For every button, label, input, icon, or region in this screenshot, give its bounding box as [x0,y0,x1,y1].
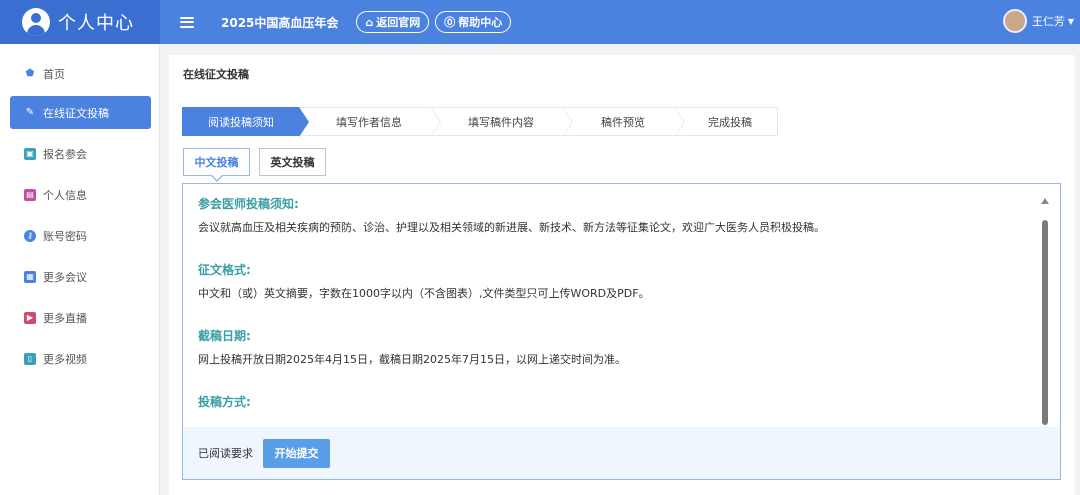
tab-label: 英文投稿 [270,156,315,169]
sidebar-item-label: 更多会议 [43,270,87,284]
sidebar-item-label: 账号密码 [43,229,87,243]
registration-icon: ▣ [24,147,36,160]
section-text: 网上投稿开放日期2025年4月15日，截稿日期2025年7月15日，以网上递交时… [198,353,626,366]
main-content: 在线征文投稿 阅读投稿须知 填写作者信息 填写稿件内容 稿件预览 完成投稿 中文… [169,55,1075,495]
submission-notice-panel: 参会医师投稿须知: 会议就高血压及相关疾病的预防、诊治、护理以及相关领域的新进展… [182,183,1061,480]
user-center-icon [22,8,50,36]
help-center-label: 帮助中心 [458,16,503,29]
step-label: 完成投稿 [708,115,752,129]
section-title: 截稿日期: [198,329,251,343]
section-title: 参会医师投稿须知: [198,197,299,211]
tab-label: 中文投稿 [194,156,239,169]
back-to-site-label: 返回官网 [376,16,421,29]
sidebar-item-label: 更多直播 [43,311,87,325]
clipboard-icon: ▦ [24,270,36,283]
home-icon: ⬟ [25,68,35,79]
section-text: 会议就高血压及相关疾病的预防、诊治、护理以及相关领域的新进展、新技术、新方法等征… [198,221,825,234]
step-label: 填写稿件内容 [468,115,534,129]
help-center-button[interactable]: ⓪ 帮助中心 [435,11,512,33]
sidebar-item-label: 首页 [43,67,65,81]
notice-content: 参会医师投稿须知: 会议就高血压及相关疾病的预防、诊治、护理以及相关领域的新进展… [183,184,1043,427]
step-label: 填写作者信息 [336,115,402,129]
top-bar: 个人中心 2025中国高血压年会 ⌂ 返回官网 ⓪ 帮助中心 王仁芳 ▼ [0,0,1080,44]
menu-toggle-icon[interactable] [180,16,194,28]
conference-title: 2025中国高血压年会 [221,15,339,30]
sidebar-item-more-videos[interactable]: ▯ 更多视频 [10,342,151,375]
edit-icon: ✎ [25,107,35,118]
notice-section: 截稿日期: 网上投稿开放日期2025年4月15日，截稿日期2025年7月15日，… [198,327,1028,368]
user-name: 王仁芳 [1031,15,1065,28]
help-icon: ⓪ [444,16,456,29]
start-submission-button[interactable]: 开始提交 [263,438,330,468]
brand: 个人中心 [0,0,160,44]
sidebar-item-more-meetings[interactable]: ▦ 更多会议 [10,260,151,293]
video-icon: ▶ [24,311,36,324]
sidebar-item-account-password[interactable]: ⚷ 账号密码 [10,219,151,252]
step-label: 阅读投稿须知 [208,115,274,129]
tab-english-submission[interactable]: 英文投稿 [259,148,326,176]
step-progress: 阅读投稿须知 填写作者信息 填写稿件内容 稿件预览 完成投稿 [182,107,778,137]
notice-scrollbar[interactable] [1041,198,1049,427]
step-label: 稿件预览 [601,115,645,129]
scroll-up-icon[interactable] [1041,198,1049,204]
key-icon: ⚷ [24,229,36,242]
sidebar-item-label: 更多视频 [43,352,87,366]
notice-section: 参会医师投稿须知: 会议就高血压及相关疾病的预防、诊治、护理以及相关领域的新进展… [198,195,1028,236]
section-text: 中文和（或）英文摘要，字数在1000字以内（不含图表）,文件类型只可上传WORD… [198,287,650,300]
sidebar-item-profile[interactable]: ▤ 个人信息 [10,178,151,211]
step-read-notice: 阅读投稿须知 [182,107,309,137]
sidebar-item-more-live[interactable]: ▶ 更多直播 [10,301,151,334]
sidebar-item-online-submission[interactable]: ✎ 在线征文投稿 [10,96,151,129]
start-submission-label: 开始提交 [274,447,319,460]
scroll-thumb[interactable] [1042,220,1048,425]
avatar [1002,9,1027,33]
step-manuscript-content: 填写稿件内容 [431,107,573,137]
notice-section: 投稿方式: [198,393,1028,410]
read-requirements-label: 已阅读要求 [198,447,253,460]
tab-chinese-submission[interactable]: 中文投稿 [183,148,250,176]
section-title: 征文格式: [198,263,251,277]
sidebar: ⬟ 首页 ✎ 在线征文投稿 ▣ 报名参会 ▤ 个人信息 ⚷ 账号密码 ▦ 更多会… [0,44,160,495]
step-complete: 完成投稿 [675,107,778,136]
back-to-site-button[interactable]: ⌂ 返回官网 [356,11,430,33]
sidebar-item-home[interactable]: ⬟ 首页 [10,57,151,90]
brand-title: 个人中心 [58,13,134,34]
sidebar-item-label: 报名参会 [43,147,87,161]
sidebar-item-label: 在线征文投稿 [43,106,109,120]
user-menu[interactable]: 王仁芳 ▼ [1002,9,1074,33]
step-preview: 稿件预览 [563,107,685,137]
home-icon: ⌂ [365,15,374,29]
notice-footer: 已阅读要求 开始提交 [183,427,1060,479]
step-author-info: 填写作者信息 [299,107,441,137]
id-card-icon: ▤ [24,188,36,201]
tablet-icon: ▯ [24,352,36,365]
caret-down-icon: ▼ [1067,16,1074,26]
section-title: 投稿方式: [198,395,251,409]
page-title: 在线征文投稿 [183,68,249,81]
sidebar-item-label: 个人信息 [43,188,87,202]
notice-section: 征文格式: 中文和（或）英文摘要，字数在1000字以内（不含图表）,文件类型只可… [198,261,1028,302]
sidebar-item-registration[interactable]: ▣ 报名参会 [10,137,151,170]
